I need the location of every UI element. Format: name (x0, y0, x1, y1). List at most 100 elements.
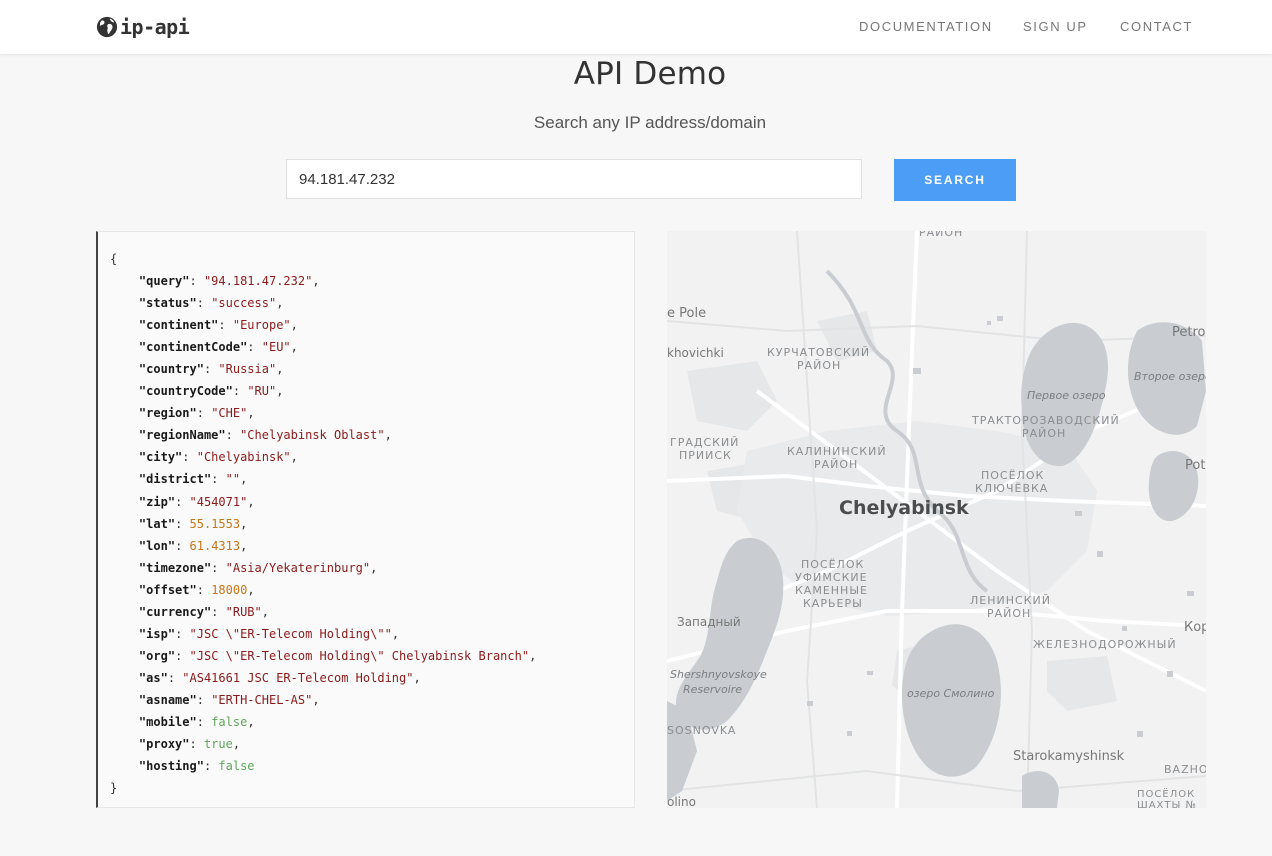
nav-sign-up-link[interactable]: SIGN UP (1023, 19, 1088, 34)
json-key: proxy (146, 737, 183, 752)
json-value: "RUB" (225, 604, 262, 619)
map-label: КАМЕННЫЕ (795, 584, 868, 597)
json-key: as (146, 670, 161, 685)
json-value: "ERTH-CHEL-AS" (211, 692, 313, 707)
globe-icon (96, 16, 118, 38)
map-label: ПРИИСК (679, 449, 732, 462)
map-label: ЛЕНИНСКИЙ (970, 594, 1051, 607)
json-key: regionName (146, 428, 219, 443)
map-label: УФИМСКИЕ (795, 571, 868, 584)
json-value: "Europe" (232, 318, 291, 333)
json-line-status: "status": "success", (138, 296, 284, 311)
map-label: Petro (1172, 325, 1206, 340)
json-line-region: "region": "CHE", (138, 406, 255, 421)
json-value: 18000 (211, 582, 248, 597)
map-label: РАЙОН (814, 458, 858, 471)
json-value: false (218, 759, 255, 774)
map-label: РАЙОН (919, 231, 963, 239)
json-key: offset (146, 582, 190, 597)
map-label: ГРАДСКИЙ (670, 436, 739, 449)
json-key: region (146, 406, 190, 421)
json-value: 61.4313 (189, 538, 241, 553)
map-label: Starokamyshinsk (1013, 749, 1125, 764)
json-key: city (146, 450, 176, 465)
json-value: "94.181.47.232" (203, 274, 313, 289)
json-value: "Asia/Yekaterinburg" (225, 560, 371, 575)
map-label: SOSNOVKA (667, 724, 736, 737)
json-key: asname (146, 692, 190, 707)
map-canvas: РАЙОН e Pole khovichki КУРЧАТОВСКИЙ РАЙО… (667, 231, 1206, 808)
map-label: khovichki (667, 346, 724, 360)
search-button[interactable]: SEARCH (894, 159, 1016, 201)
json-value: "Chelyabinsk" (196, 450, 291, 465)
json-value: "AS41661 JSC ER-Telecom Holding" (182, 670, 414, 685)
json-line-regionname: "regionName": "Chelyabinsk Oblast", (138, 428, 392, 443)
json-value: "Russia" (218, 362, 277, 377)
json-key: country (146, 362, 197, 377)
json-line-offset: "offset": 18000, (138, 582, 255, 597)
nav-documentation-link[interactable]: DOCUMENTATION (859, 19, 993, 34)
json-value: true (203, 737, 233, 752)
json-line-continent: "continent": "Europe", (138, 318, 298, 333)
map-label: ТРАКТОРОЗАВОДСКИЙ (971, 414, 1120, 427)
map-label: ПОСЁЛОК (801, 558, 864, 571)
json-line-zip: "zip": "454071", (138, 494, 255, 509)
json-line-city: "city": "Chelyabinsk", (138, 450, 298, 465)
json-value: "RU" (247, 384, 277, 399)
nav-contact-link[interactable]: CONTACT (1120, 19, 1193, 34)
json-line-org: "org": "JSC \"ER-Telecom Holding\" Chely… (138, 648, 537, 663)
map-label: Pot (1185, 458, 1205, 473)
map-city-label: Chelyabinsk (839, 497, 969, 519)
json-line-isp: "isp": "JSC \"ER-Telecom Holding\"", (138, 626, 400, 641)
map-label: КАРЬЕРЫ (803, 597, 863, 610)
json-line-hosting: "hosting": false (138, 759, 255, 774)
json-open-brace: { (110, 252, 118, 266)
json-key: continentCode (146, 340, 241, 355)
json-key: continent (146, 318, 212, 333)
map-label: РАЙОН (987, 607, 1031, 620)
json-line-currency: "currency": "RUB", (138, 604, 269, 619)
map-label: РАЙОН (1022, 427, 1066, 440)
json-key: hosting (146, 759, 197, 774)
json-value: "CHE" (211, 406, 248, 421)
map-label: КАЛИНИНСКИЙ (787, 445, 887, 458)
json-value: "success" (211, 296, 277, 311)
json-value: 55.1553 (189, 516, 241, 531)
location-map[interactable]: РАЙОН e Pole khovichki КУРЧАТОВСКИЙ РАЙО… (667, 231, 1206, 808)
brand-name: ip-api (120, 15, 190, 39)
json-line-timezone: "timezone": "Asia/Yekaterinburg", (138, 560, 378, 575)
map-label: Кор (1184, 620, 1206, 635)
map-label: озеро Смолино (907, 687, 995, 700)
json-line-countrycode: "countryCode": "RU", (138, 384, 284, 399)
map-label: РАЙОН (797, 359, 841, 372)
map-label: Второе озеро (1134, 370, 1206, 383)
json-key: timezone (146, 560, 204, 575)
json-value: "JSC \"ER-Telecom Holding\"" (189, 626, 392, 641)
json-line-asname: "asname": "ERTH-CHEL-AS", (138, 692, 320, 707)
map-label: ШАХТЫ № (1137, 800, 1197, 808)
json-value: false (211, 714, 248, 729)
map-label: ЖЕЛЕЗНОДОРОЖНЫЙ (1033, 638, 1177, 651)
json-line-proxy: "proxy": true, (138, 737, 241, 752)
map-label: Первое озеро (1027, 389, 1106, 402)
top-navbar: ip-api DOCUMENTATION SIGN UP CONTACT (0, 0, 1272, 54)
json-value: "454071" (189, 494, 248, 509)
json-key: lon (146, 538, 168, 553)
json-key: currency (146, 604, 204, 619)
map-label: Западный (677, 615, 741, 629)
map-label: КЛЮЧЁВКА (975, 482, 1048, 495)
json-line-mobile: "mobile": false, (138, 714, 255, 729)
json-line-as: "as": "AS41661 JSC ER-Telecom Holding", (138, 670, 421, 685)
json-key: district (146, 472, 204, 487)
json-value: "Chelyabinsk Oblast" (240, 428, 385, 443)
json-result-panel: { "query": "94.181.47.232", "status": "s… (96, 231, 635, 808)
json-key: status (146, 296, 190, 311)
brand-logo-link[interactable]: ip-api (96, 13, 190, 41)
json-value: "" (225, 472, 241, 487)
json-line-lat: "lat": 55.1553, (138, 516, 248, 531)
ip-search-input[interactable] (286, 159, 862, 199)
json-close-brace: } (110, 781, 118, 796)
page-title: API Demo (573, 56, 727, 92)
map-label: ПОСЁЛОК (1137, 787, 1195, 800)
json-key: org (146, 648, 168, 663)
